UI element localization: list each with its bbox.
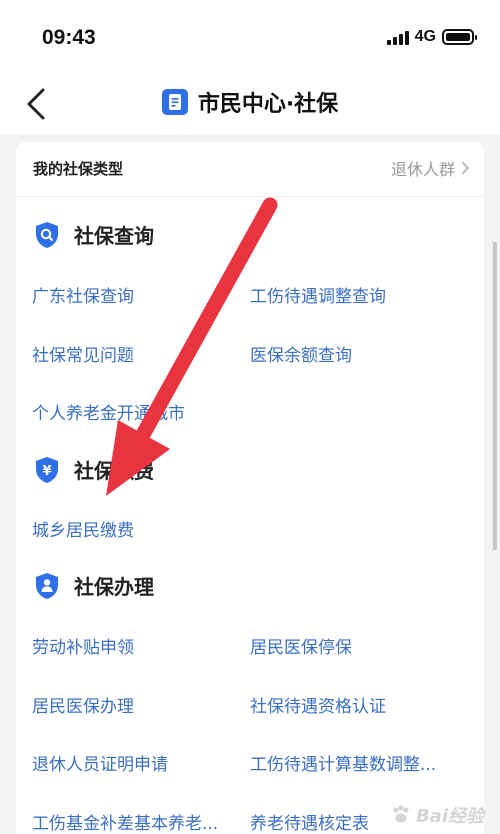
document-icon	[161, 89, 188, 115]
link-injury-fund-pension[interactable]: 工伤基金补差基本养老...	[32, 809, 218, 834]
link-pension-cities[interactable]: 个人养老金开通城市	[32, 399, 185, 424]
link-resident-payment[interactable]: 城乡居民缴费	[32, 516, 134, 541]
status-bar: 09:43 4G	[0, 0, 500, 72]
link-retiree-certificate[interactable]: 退休人员证明申请	[32, 750, 168, 775]
security-type-row[interactable]: 我的社保类型 退休人群	[16, 142, 484, 197]
section-handling-header: 社保办理	[34, 571, 154, 600]
status-indicators: 4G	[386, 28, 477, 46]
svg-text:¥: ¥	[42, 464, 51, 479]
section-query-header: 社保查询	[34, 220, 154, 249]
battery-icon	[442, 29, 477, 45]
section-title: 社保办理	[74, 575, 154, 599]
link-pension-verify[interactable]: 养老待遇核定表	[250, 809, 369, 834]
yen-shield-icon: ¥	[36, 456, 58, 483]
link-injury-base-adjust[interactable]: 工伤待遇计算基数调整...	[250, 750, 436, 775]
page-title: 市民中心·社保	[197, 92, 339, 117]
search-shield-icon	[36, 221, 58, 248]
scrollbar[interactable]	[493, 242, 497, 550]
security-type-value: 退休人群	[390, 160, 455, 179]
link-medical-balance[interactable]: 医保余额查询	[250, 341, 352, 366]
link-injury-adjust-query[interactable]: 工伤待遇调整查询	[250, 282, 386, 307]
nav-title: 市民中心·社保	[0, 86, 500, 118]
network-type: 4G	[414, 28, 436, 45]
chevron-right-icon	[462, 162, 469, 174]
link-qualification-cert[interactable]: 社保待遇资格认证	[250, 692, 386, 717]
security-type-selector[interactable]: 退休人群	[391, 156, 470, 180]
nav-bar: 市民中心·社保	[0, 72, 500, 134]
signal-icon	[386, 29, 409, 45]
watermark-logo: Bai经验	[390, 802, 484, 828]
section-title: 社保查询	[74, 224, 154, 248]
link-medical-apply[interactable]: 居民医保办理	[32, 692, 134, 717]
social-security-card: 我的社保类型 退休人群 社保查询 广东社保查询 工伤待遇调整查询 社保常见问题 …	[16, 142, 484, 834]
security-type-label: 我的社保类型	[33, 160, 124, 178]
link-labor-subsidy[interactable]: 劳动补贴申领	[32, 633, 134, 658]
status-time: 09:43	[42, 26, 96, 49]
link-guangdong-query[interactable]: 广东社保查询	[32, 282, 134, 307]
paw-icon	[393, 805, 409, 823]
section-payment-header: ¥ 社保缴费	[34, 455, 154, 484]
person-shield-icon	[36, 572, 58, 599]
link-stop-medical[interactable]: 居民医保停保	[250, 633, 352, 658]
section-title: 社保缴费	[74, 459, 154, 483]
link-faq[interactable]: 社保常见问题	[32, 341, 134, 366]
watermark-text: Bai经验	[415, 806, 484, 827]
